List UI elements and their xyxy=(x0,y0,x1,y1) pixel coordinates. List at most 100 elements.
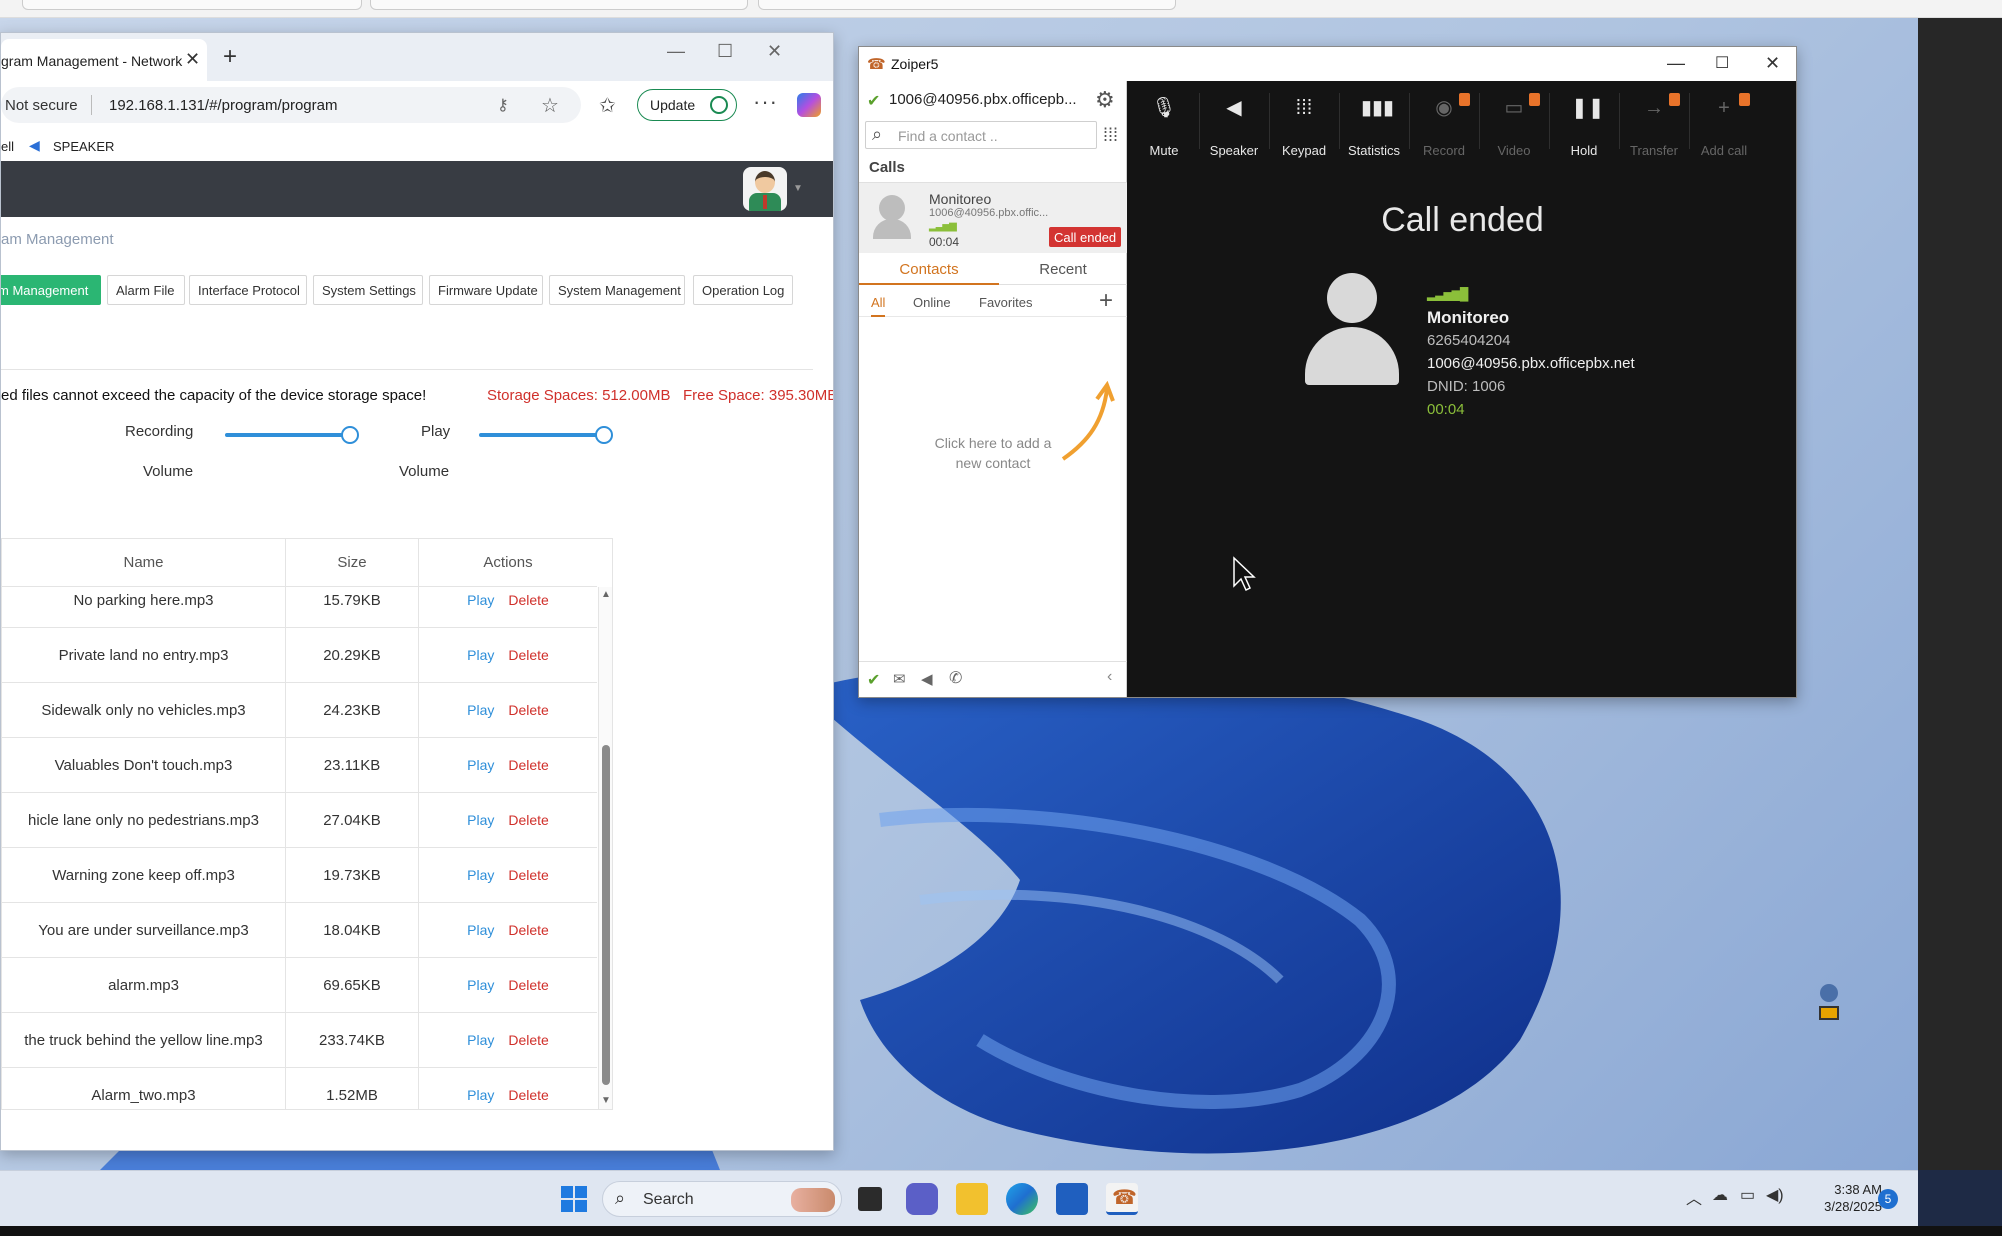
recording-volume-knob[interactable] xyxy=(341,426,360,444)
scrollbar-thumb[interactable] xyxy=(602,745,610,1085)
teams-icon[interactable] xyxy=(906,1183,938,1215)
volume-icon[interactable]: ◀ xyxy=(921,670,933,688)
tab-system-management[interactable]: System Management xyxy=(549,275,685,305)
key-icon[interactable]: ⚷ xyxy=(497,95,509,115)
record-button[interactable]: ◉ Record xyxy=(1409,81,1479,161)
volume-icon[interactable]: ◀) xyxy=(1766,1185,1784,1205)
update-button[interactable]: Update xyxy=(637,89,737,121)
tab-recent[interactable]: Recent xyxy=(999,261,1127,278)
play-link[interactable]: Play xyxy=(467,867,494,883)
tab-alarm-file[interactable]: Alarm File xyxy=(107,275,185,305)
store-icon[interactable] xyxy=(1056,1183,1088,1215)
account-label[interactable]: 1006@40956.pbx.officepb... xyxy=(889,91,1077,108)
delete-link[interactable]: Delete xyxy=(508,1032,548,1048)
taskbar-search[interactable]: ⌕ Search xyxy=(602,1181,842,1217)
delete-link[interactable]: Delete xyxy=(508,592,548,608)
delete-link[interactable]: Delete xyxy=(508,757,548,773)
more-menu-icon[interactable]: ··· xyxy=(753,89,778,115)
minimize-icon[interactable]: — xyxy=(1667,53,1685,74)
mute-button[interactable]: 🎙︎ Mute xyxy=(1129,81,1199,161)
favorite-speaker[interactable]: SPEAKER xyxy=(53,139,114,154)
play-link[interactable]: Play xyxy=(467,922,494,938)
maximize-icon[interactable]: ☐ xyxy=(717,41,733,62)
file-explorer-icon[interactable] xyxy=(956,1183,988,1215)
delete-link[interactable]: Delete xyxy=(508,977,548,993)
tab-operation-log[interactable]: Operation Log xyxy=(693,275,793,305)
browser-tab[interactable]: gram Management - Network ✕ xyxy=(1,39,207,81)
scroll-down-icon[interactable]: ▼ xyxy=(601,1095,611,1106)
avatar-dropdown-icon[interactable]: ▼ xyxy=(793,183,803,194)
play-link[interactable]: Play xyxy=(467,812,494,828)
add-call-icon: + xyxy=(1718,97,1730,119)
close-window-icon[interactable]: ✕ xyxy=(767,41,782,62)
find-contact-input[interactable]: ⌕ Find a contact .. xyxy=(865,121,1097,149)
delete-link[interactable]: Delete xyxy=(508,812,548,828)
dialpad-grid-icon[interactable]: ⁞⁞⁞ xyxy=(1103,125,1118,146)
minimize-icon[interactable]: — xyxy=(667,41,685,62)
edge-icon[interactable] xyxy=(1006,1183,1038,1215)
table-scrollbar[interactable]: ▲ ▼ xyxy=(598,587,612,1109)
phone-icon[interactable]: ✆ xyxy=(949,668,962,688)
play-link[interactable]: Play xyxy=(467,757,494,773)
tab-interface-protocol[interactable]: Interface Protocol xyxy=(189,275,307,305)
hold-button[interactable]: ❚❚ Hold xyxy=(1549,81,1619,161)
not-secure-label[interactable]: Not secure xyxy=(5,97,78,114)
favorites-icon[interactable]: ✩ xyxy=(599,93,616,118)
delete-link[interactable]: Delete xyxy=(508,702,548,718)
new-tab-icon[interactable]: + xyxy=(223,43,237,71)
contact-avatar-icon xyxy=(1303,273,1401,385)
delete-link[interactable]: Delete xyxy=(508,922,548,938)
tab-system-settings[interactable]: System Settings xyxy=(313,275,423,305)
settings-gear-icon[interactable]: ⚙ xyxy=(1095,87,1115,113)
favorite-item[interactable]: ell xyxy=(1,139,14,154)
collapse-icon[interactable]: ‹ xyxy=(1107,668,1112,686)
delete-link[interactable]: Delete xyxy=(508,1087,548,1103)
tray-widget-icon[interactable] xyxy=(1818,984,1840,1026)
show-hidden-icons-icon[interactable]: ︿ xyxy=(1686,1185,1702,1209)
filter-all[interactable]: All xyxy=(871,295,886,317)
speaker-button[interactable]: ◀ Speaker xyxy=(1199,81,1269,161)
url-text[interactable]: 192.168.1.131/#/program/program xyxy=(109,97,337,114)
scroll-up-icon[interactable]: ▲ xyxy=(601,589,611,600)
tab-firmware-update[interactable]: Firmware Update xyxy=(429,275,543,305)
tab-program-management[interactable]: m Management xyxy=(1,275,101,305)
keypad-button[interactable]: ⁞⁞⁞ Keypad xyxy=(1269,81,1339,161)
play-link[interactable]: Play xyxy=(467,977,494,993)
video-button[interactable]: ▭ Video xyxy=(1479,81,1549,161)
address-bar[interactable]: Not secure 192.168.1.131/#/program/progr… xyxy=(1,87,581,123)
cloud-icon[interactable]: ☁ xyxy=(1712,1185,1728,1205)
zoiper-taskbar-icon[interactable]: ☎ xyxy=(1106,1183,1138,1215)
network-icon[interactable]: ▭ xyxy=(1740,1185,1755,1205)
close-tab-icon[interactable]: ✕ xyxy=(185,49,200,70)
start-icon[interactable] xyxy=(558,1183,590,1215)
recording-volume-slider[interactable] xyxy=(225,433,357,437)
play-link[interactable]: Play xyxy=(467,1032,494,1048)
play-volume-slider[interactable] xyxy=(479,433,611,437)
add-contact-icon[interactable]: + xyxy=(1099,287,1113,315)
filter-favorites[interactable]: Favorites xyxy=(979,295,1032,310)
delete-link[interactable]: Delete xyxy=(508,647,548,663)
clock[interactable]: 3:38 AM 3/28/2025 xyxy=(1800,1181,1882,1215)
user-avatar[interactable] xyxy=(743,167,787,211)
add-contact-hint[interactable]: Click here to add a new contact xyxy=(923,433,1063,473)
transfer-button[interactable]: → Transfer xyxy=(1619,81,1689,161)
status-ok-icon[interactable]: ✔ xyxy=(867,670,880,690)
delete-link[interactable]: Delete xyxy=(508,867,548,883)
star-icon[interactable]: ☆ xyxy=(541,93,559,118)
play-link[interactable]: Play xyxy=(467,647,494,663)
copilot-icon[interactable] xyxy=(797,93,821,117)
maximize-icon[interactable]: ☐ xyxy=(1715,53,1729,73)
call-list-item[interactable]: Monitoreo 1006@40956.pbx.offic... ▂▃▅▆ 0… xyxy=(859,183,1127,253)
task-view-icon[interactable] xyxy=(858,1187,882,1211)
close-window-icon[interactable]: ✕ xyxy=(1765,53,1780,74)
play-volume-knob[interactable] xyxy=(595,426,614,444)
statistics-button[interactable]: ▮▮▮ Statistics xyxy=(1339,81,1409,161)
filter-online[interactable]: Online xyxy=(913,295,951,310)
play-link[interactable]: Play xyxy=(467,1087,494,1103)
play-link[interactable]: Play xyxy=(467,702,494,718)
message-icon[interactable]: ✉ xyxy=(893,670,906,688)
tab-contacts[interactable]: Contacts xyxy=(859,261,999,285)
play-link[interactable]: Play xyxy=(467,592,494,608)
notification-badge[interactable]: 5 xyxy=(1878,1189,1898,1209)
add-call-button[interactable]: + Add call xyxy=(1689,81,1759,161)
